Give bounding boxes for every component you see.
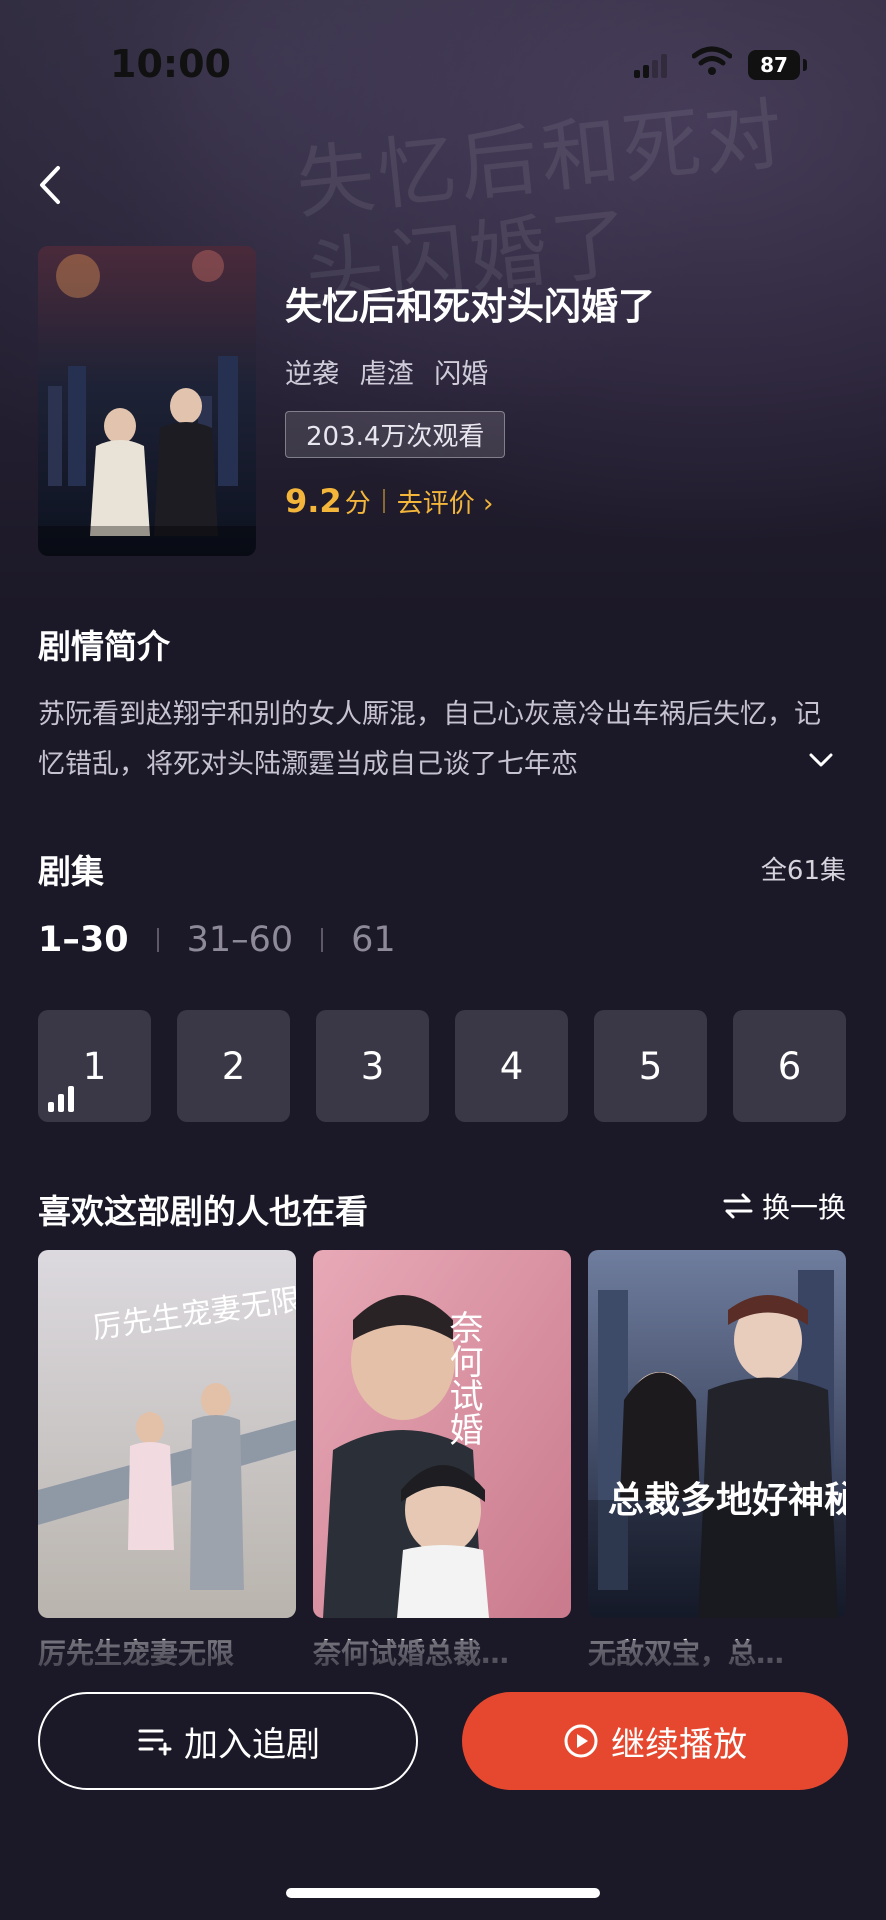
chevron-down-icon[interactable] — [806, 745, 836, 775]
range-tab-1-30[interactable]: 1–30 — [38, 920, 129, 960]
recommendation-card[interactable]: 奈何试婚 奈何试婚总裁… — [313, 1250, 571, 1672]
recommendation-list: 厉先生宠妻无限 厉先生宠妻无限 奈何试婚 奈何试婚总裁… — [38, 1250, 846, 1672]
recommendations-heading: 喜欢这部剧的人也在看 — [38, 1192, 368, 1231]
add-to-follow-button[interactable]: 加入追剧 — [38, 1692, 418, 1790]
divider — [321, 928, 324, 952]
rating-unit: 分 — [344, 489, 371, 519]
episode-button-2[interactable]: 2 — [177, 1010, 290, 1122]
poster-image — [38, 246, 256, 556]
episode-button-1[interactable]: 1 — [38, 1010, 151, 1122]
play-label: 继续播放 — [611, 1724, 747, 1765]
episode-number: 3 — [360, 1044, 385, 1088]
back-arrow-icon[interactable] — [30, 160, 70, 210]
wifi-icon — [692, 46, 732, 75]
recommendation-cover: 奈何试婚 — [313, 1250, 571, 1618]
drama-title: 失忆后和死对头闪婚了 — [285, 285, 655, 328]
episode-number: 5 — [638, 1044, 663, 1088]
add-to-list-icon — [138, 1729, 172, 1756]
rate-link[interactable]: 去评价 › — [397, 483, 494, 520]
play-icon — [564, 1724, 598, 1758]
battery-cap — [803, 59, 807, 71]
shuffle-button[interactable]: 换一换 — [722, 1186, 846, 1226]
episode-button-3[interactable]: 3 — [316, 1010, 429, 1122]
recommendation-card[interactable]: 厉先生宠妻无限 厉先生宠妻无限 — [38, 1250, 296, 1672]
drama-poster[interactable] — [38, 246, 256, 556]
divider — [382, 489, 385, 513]
swap-icon — [723, 1193, 753, 1219]
tag[interactable]: 闪婚 — [434, 359, 488, 390]
status-time: 10:00 — [110, 42, 231, 86]
tag[interactable]: 虐渣 — [360, 359, 414, 390]
episode-number: 4 — [499, 1044, 524, 1088]
episode-number: 1 — [82, 1044, 107, 1088]
synopsis-heading: 剧情简介 — [38, 627, 170, 666]
recommendation-cover: 厉先生宠妻无限 — [38, 1250, 296, 1618]
episode-range-tabs: 1–30 31–60 61 — [38, 920, 396, 960]
cover-text: 奈何试婚 — [443, 1310, 483, 1446]
view-count-badge: 203.4万次观看 — [285, 411, 506, 458]
shuffle-label: 换一换 — [761, 1191, 846, 1224]
episode-number: 2 — [221, 1044, 246, 1088]
range-tab-31-60[interactable]: 31–60 — [187, 920, 294, 960]
recommendation-cover: 总裁多地好神秘 — [588, 1250, 846, 1618]
episode-grid: 1 2 3 4 5 6 — [38, 1010, 846, 1122]
drama-info: 失忆后和死对头闪婚了 逆袭 虐渣 闪婚 203.4万次观看 9.2 分 去评价 … — [285, 276, 655, 520]
range-tab-61[interactable]: 61 — [351, 920, 396, 960]
battery-indicator: 87 — [748, 50, 800, 80]
continue-play-button[interactable]: 继续播放 — [462, 1692, 848, 1790]
synopsis-text: 苏阮看到赵翔宇和别的女人厮混，自己心灰意冷出车祸后失忆，记忆错乱，将死对头陆灏霆… — [38, 699, 821, 780]
episode-button-4[interactable]: 4 — [455, 1010, 568, 1122]
rating-value: 9.2 — [285, 482, 342, 520]
cellular-signal-icon — [634, 54, 667, 78]
tag[interactable]: 逆袭 — [285, 359, 339, 390]
follow-label: 加入追剧 — [184, 1724, 320, 1765]
rate-link-label: 去评价 — [396, 489, 475, 519]
cover-text: 总裁多地好神秘 — [608, 1479, 846, 1521]
recommendation-card[interactable]: 总裁多地好神秘 无敌双宝，总… — [588, 1250, 846, 1672]
episode-total[interactable]: 全61集 — [761, 850, 846, 887]
divider — [156, 928, 159, 952]
now-playing-icon — [48, 1084, 78, 1112]
episode-number: 6 — [777, 1044, 802, 1088]
episode-button-6[interactable]: 6 — [733, 1010, 846, 1122]
drama-tags: 逆袭 虐渣 闪婚 — [285, 352, 655, 391]
episode-button-5[interactable]: 5 — [594, 1010, 707, 1122]
episodes-heading: 剧集 — [38, 852, 104, 891]
home-indicator — [286, 1888, 600, 1898]
status-bar: 10:00 87 — [0, 0, 886, 130]
rating-row: 9.2 分 去评价 › — [285, 482, 655, 520]
